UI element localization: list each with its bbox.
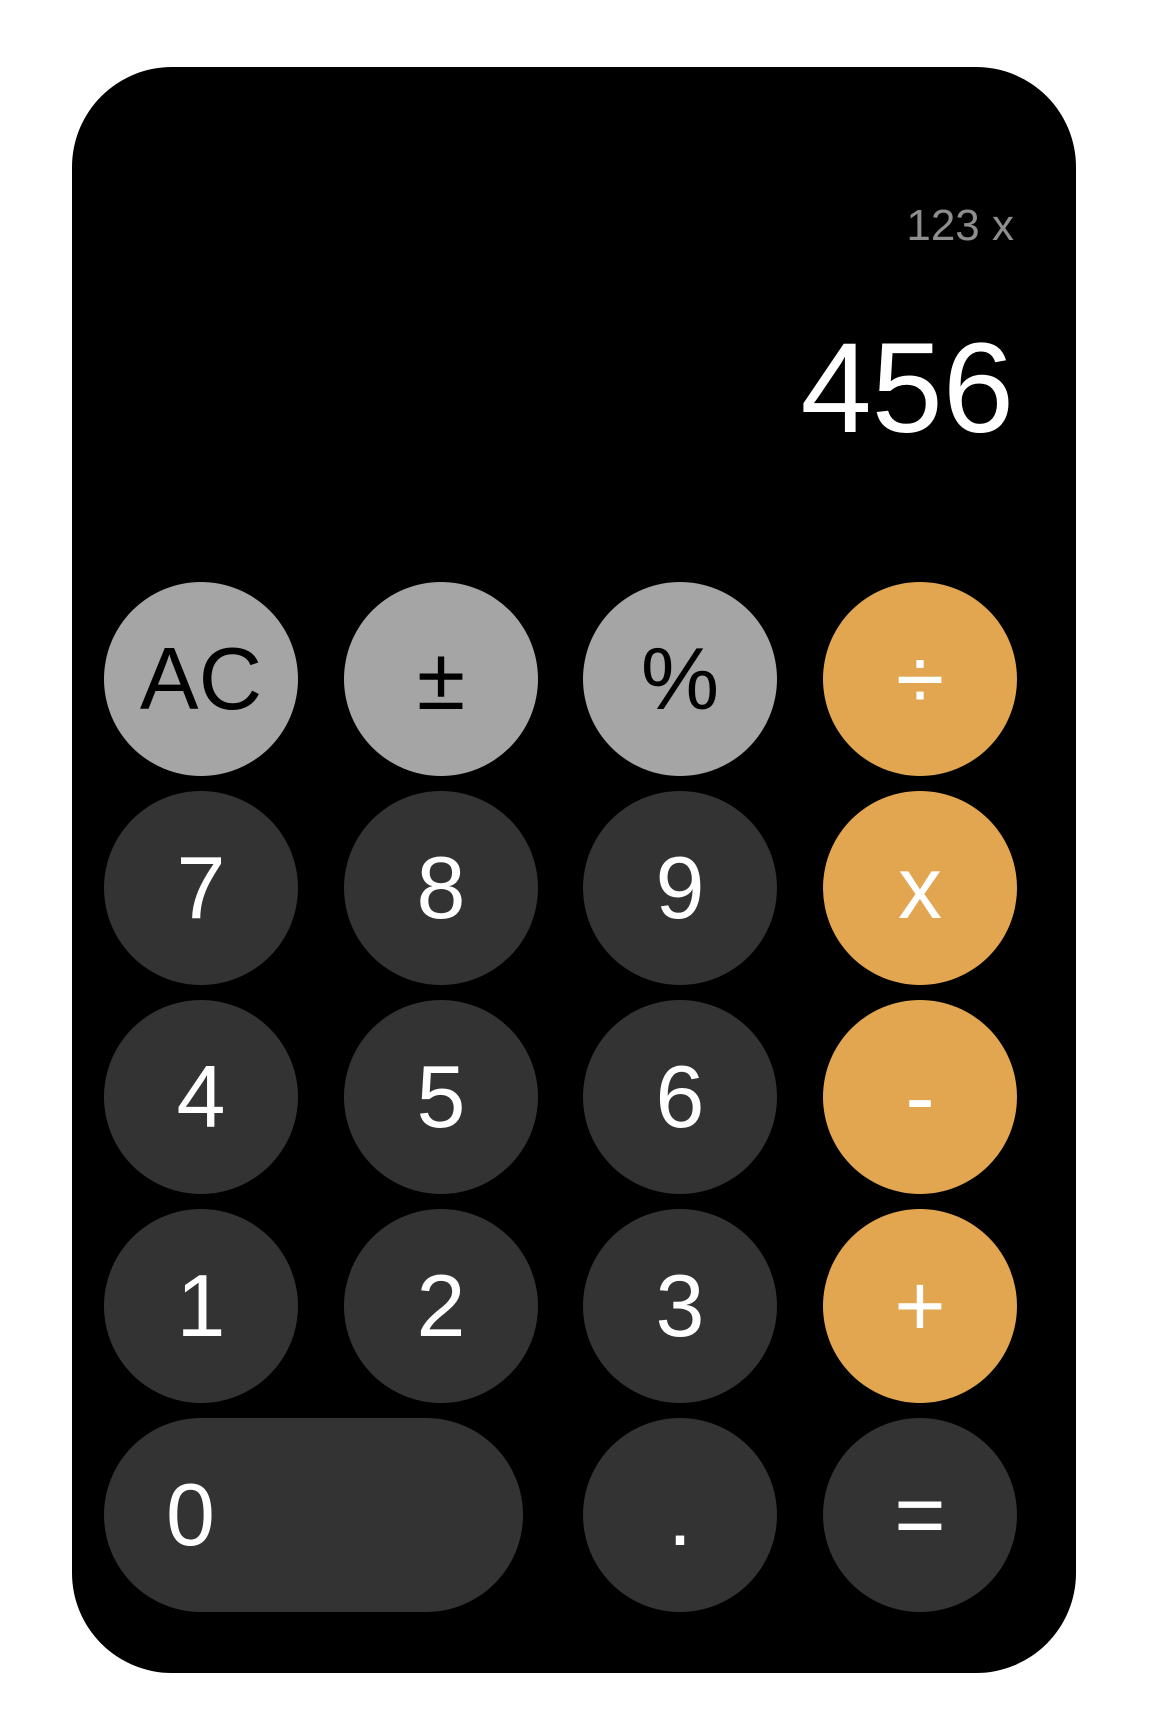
subtract-button[interactable]: - bbox=[823, 1000, 1017, 1194]
digit-6-button[interactable]: 6 bbox=[583, 1000, 777, 1194]
result-display: 456 bbox=[800, 317, 1014, 460]
sign-toggle-button[interactable]: ± bbox=[344, 582, 538, 776]
multiply-button[interactable]: x bbox=[823, 791, 1017, 985]
digit-7-button[interactable]: 7 bbox=[104, 791, 298, 985]
digit-8-button[interactable]: 8 bbox=[344, 791, 538, 985]
percent-button[interactable]: % bbox=[583, 582, 777, 776]
clear-button[interactable]: AC bbox=[104, 582, 298, 776]
expression-display: 123 x bbox=[906, 201, 1014, 250]
divide-button[interactable]: ÷ bbox=[823, 582, 1017, 776]
digit-5-button[interactable]: 5 bbox=[344, 1000, 538, 1194]
digit-4-button[interactable]: 4 bbox=[104, 1000, 298, 1194]
digit-0-button[interactable]: 0 bbox=[104, 1418, 523, 1612]
digit-1-button[interactable]: 1 bbox=[104, 1209, 298, 1403]
decimal-button[interactable]: . bbox=[583, 1418, 777, 1612]
digit-3-button[interactable]: 3 bbox=[583, 1209, 777, 1403]
digit-2-button[interactable]: 2 bbox=[344, 1209, 538, 1403]
calculator-body: 123 x 456 AC ± % ÷ 7 8 9 x 4 5 6 - 1 2 3… bbox=[72, 67, 1076, 1673]
digit-9-button[interactable]: 9 bbox=[583, 791, 777, 985]
equals-button[interactable]: = bbox=[823, 1418, 1017, 1612]
add-button[interactable]: + bbox=[823, 1209, 1017, 1403]
